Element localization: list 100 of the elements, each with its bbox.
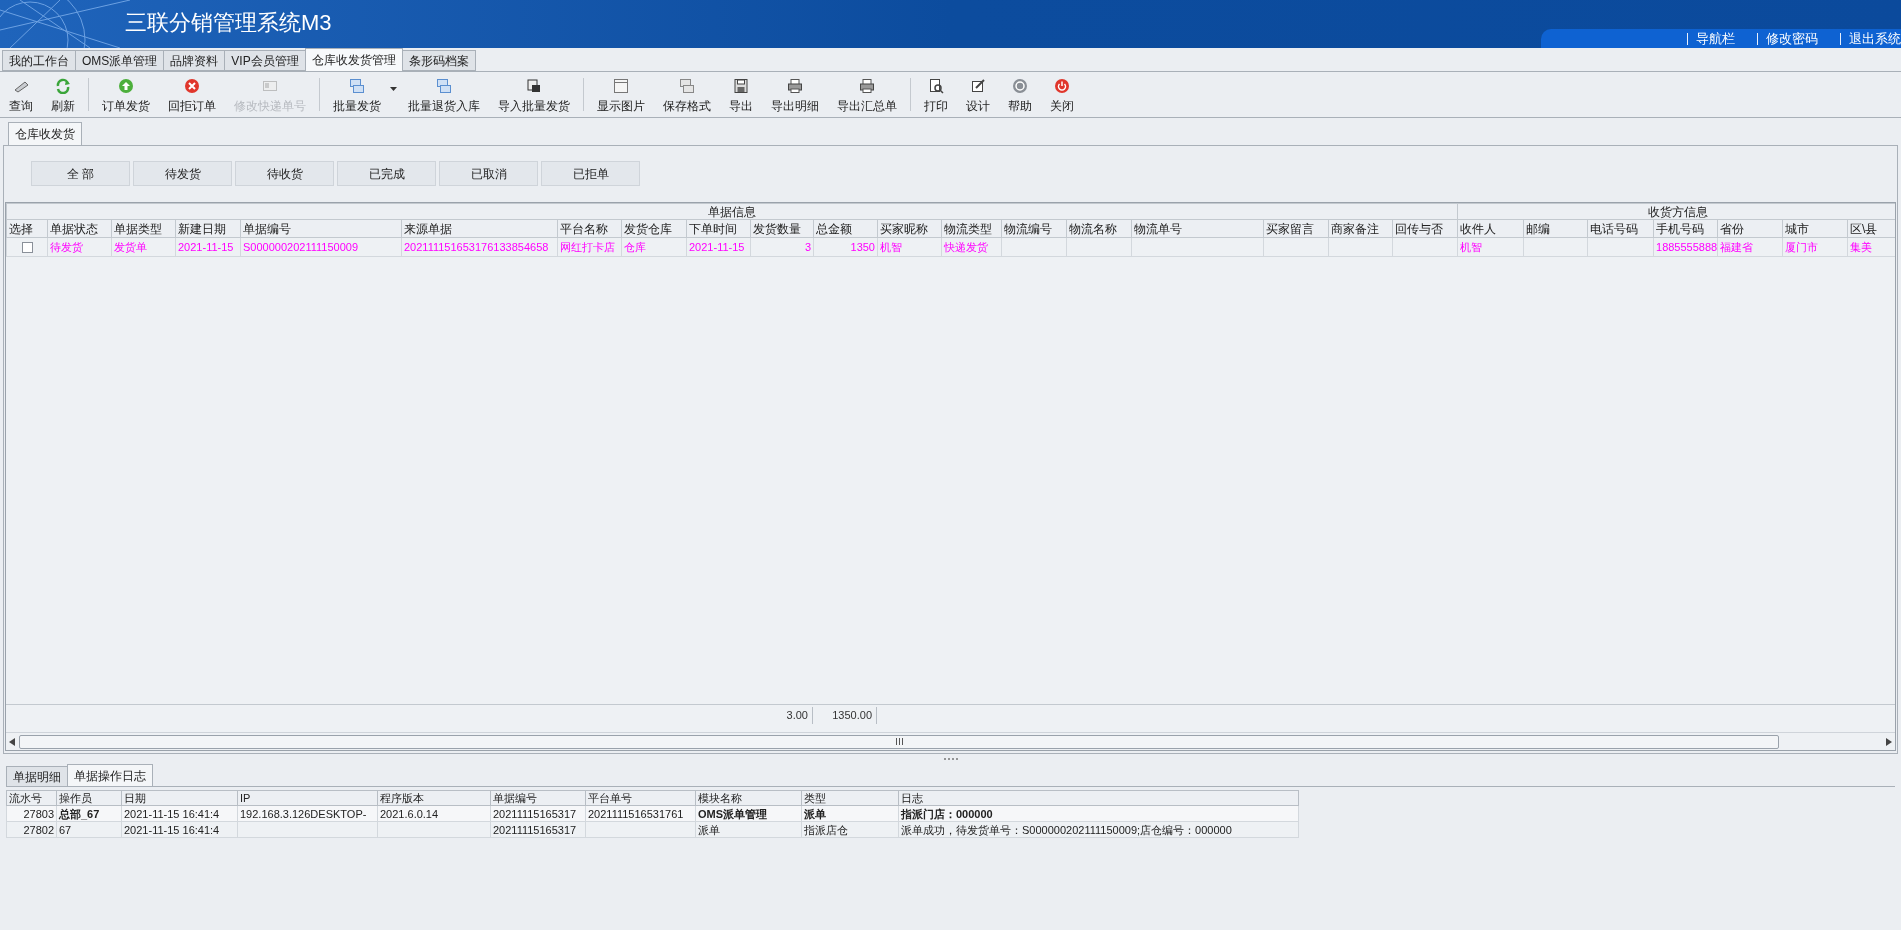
- table-cell: 快递发货: [944, 240, 988, 253]
- edit-icon: [970, 78, 986, 94]
- stacked-windows-icon: [679, 78, 695, 94]
- column-header[interactable]: 程序版本: [377, 790, 491, 806]
- toolbar-button[interactable]: 刷新: [44, 72, 82, 115]
- table-cell: 202111151653176133854658: [404, 240, 549, 253]
- column-header[interactable]: IP: [237, 790, 378, 806]
- printer-icon: [859, 78, 875, 94]
- table-cell: 20211115165317: [493, 823, 577, 836]
- column-header[interactable]: 模块名称: [695, 790, 802, 806]
- column-header[interactable]: 日志: [898, 790, 1299, 806]
- bottom-tab[interactable]: 单据操作日志: [67, 764, 153, 786]
- header-link[interactable]: 修改密码: [1766, 28, 1818, 48]
- close-circle-icon: [184, 78, 200, 94]
- row-checkbox[interactable]: [21, 242, 33, 254]
- table-cell: 厦门市: [1785, 240, 1818, 253]
- filter-button[interactable]: 已完成: [337, 161, 436, 186]
- table-cell: 1885555888: [1656, 240, 1717, 253]
- toolbar-button[interactable]: 关闭: [1043, 72, 1081, 115]
- column-header[interactable]: 平台单号: [585, 790, 696, 806]
- toolbar-button[interactable]: 导入批量发货: [491, 72, 577, 115]
- table-cell: 27802: [23, 823, 54, 836]
- main-tab[interactable]: 我的工作台: [2, 50, 76, 71]
- table-cell: 27803: [23, 807, 54, 820]
- table-cell: 2021111516531761: [588, 807, 684, 820]
- main-tab[interactable]: 品牌资料: [163, 50, 226, 71]
- column-header[interactable]: 操作员: [56, 790, 122, 806]
- filter-button[interactable]: 待收货: [235, 161, 334, 186]
- summary-value: 1350.00: [832, 709, 872, 722]
- toolbar-button[interactable]: 批量退货入库: [401, 72, 487, 115]
- filter-button[interactable]: 全 部: [31, 161, 130, 186]
- save-icon: [733, 78, 749, 94]
- refresh-icon: [55, 78, 71, 94]
- table-cell: 2021.6.0.14: [380, 807, 439, 820]
- table-cell: 机智: [1460, 240, 1482, 253]
- table-cell: 派单: [698, 823, 720, 836]
- toolbar-button[interactable]: 导出: [722, 72, 760, 115]
- printer-icon: [787, 78, 803, 94]
- main-tab[interactable]: 仓库收发货管理: [304, 48, 403, 71]
- header-link[interactable]: 退出系统: [1849, 28, 1901, 48]
- column-group-header: 收货方信息: [1457, 203, 1895, 220]
- table-cell: 67: [59, 823, 72, 836]
- table-cell: 192.168.3.126DESKTOP-: [240, 807, 367, 820]
- table-cell: 20211115165317: [493, 807, 577, 820]
- toolbar-button[interactable]: 打印: [917, 72, 955, 115]
- toolbar-button[interactable]: 导出明细: [764, 72, 826, 115]
- toolbar-button[interactable]: 显示图片: [590, 72, 652, 115]
- table-cell: 派单: [804, 807, 826, 820]
- column-header[interactable]: 单据编号: [490, 790, 586, 806]
- help-icon: [1012, 78, 1028, 94]
- toolbar-button[interactable]: 帮助: [1001, 72, 1039, 115]
- toolbar-button[interactable]: 导出汇总单: [830, 72, 904, 115]
- table-cell: 指派门店：000000: [901, 807, 993, 820]
- caret-icon[interactable]: [390, 87, 397, 91]
- header-link[interactable]: 导航栏: [1696, 28, 1735, 48]
- right-arrow-icon[interactable]: [1886, 737, 1892, 746]
- toolbar-button[interactable]: 保存格式: [656, 72, 718, 115]
- id-card-icon: [262, 78, 278, 94]
- toolbar-button[interactable]: 设计: [959, 72, 997, 115]
- column-group-header: 单据信息: [6, 203, 1458, 220]
- summary-value: 3.00: [786, 709, 808, 722]
- toolbar-button[interactable]: 批量发货: [326, 72, 388, 115]
- scrollbar-thumb[interactable]: [19, 734, 1779, 749]
- table-cell: 派单成功，待发货单号：S000000202111150009;店仓编号：000000: [901, 823, 1232, 836]
- import-icon: [526, 78, 542, 94]
- table-cell: 福建省: [1720, 240, 1753, 253]
- app-title: 三联分销管理系统M3: [125, 9, 332, 37]
- up-arrow-circle-icon: [118, 78, 134, 94]
- table-cell: OMS派单管理: [698, 807, 768, 820]
- column-header[interactable]: 类型: [801, 790, 899, 806]
- table-cell: 3: [804, 240, 811, 253]
- toolbar-button[interactable]: 订单发货: [95, 72, 157, 115]
- table-cell: 2021-11-15 16:41:4: [124, 823, 220, 836]
- column-header[interactable]: 日期: [121, 790, 238, 806]
- document-search-icon: [928, 78, 944, 94]
- table-cell: 1350: [850, 240, 875, 253]
- grip-icon: [895, 738, 903, 745]
- table-cell: 2021-11-15: [178, 240, 234, 253]
- filter-button[interactable]: 已取消: [439, 161, 538, 186]
- table-cell: 2021-11-15 16:41:4: [124, 807, 220, 820]
- main-tab[interactable]: VIP会员管理: [224, 50, 306, 71]
- table-cell: 集美: [1850, 240, 1872, 253]
- table-cell: S000000202111150009: [243, 240, 358, 253]
- table-cell: 仓库: [624, 240, 646, 253]
- horizontal-scrollbar[interactable]: [6, 732, 1895, 750]
- stacked-windows-icon: [436, 78, 452, 94]
- column-header[interactable]: 流水号: [6, 790, 57, 806]
- toolbar-button[interactable]: 回拒订单: [161, 72, 223, 115]
- filter-button[interactable]: 已拒单: [541, 161, 640, 186]
- table-cell: 网红打卡店: [560, 240, 615, 253]
- table-cell: 机智: [880, 240, 902, 253]
- main-tab[interactable]: OMS派单管理: [75, 50, 165, 71]
- table-cell: 发货单: [114, 240, 147, 253]
- bottom-tab[interactable]: 单据明细: [6, 766, 68, 786]
- sub-tab[interactable]: 仓库收发货: [8, 122, 82, 145]
- left-arrow-icon[interactable]: [9, 737, 15, 746]
- main-tab[interactable]: 条形码档案: [401, 50, 476, 71]
- filter-button[interactable]: 待发货: [133, 161, 232, 186]
- toolbar-button[interactable]: 查询: [2, 72, 40, 115]
- stacked-windows-icon: [349, 78, 365, 94]
